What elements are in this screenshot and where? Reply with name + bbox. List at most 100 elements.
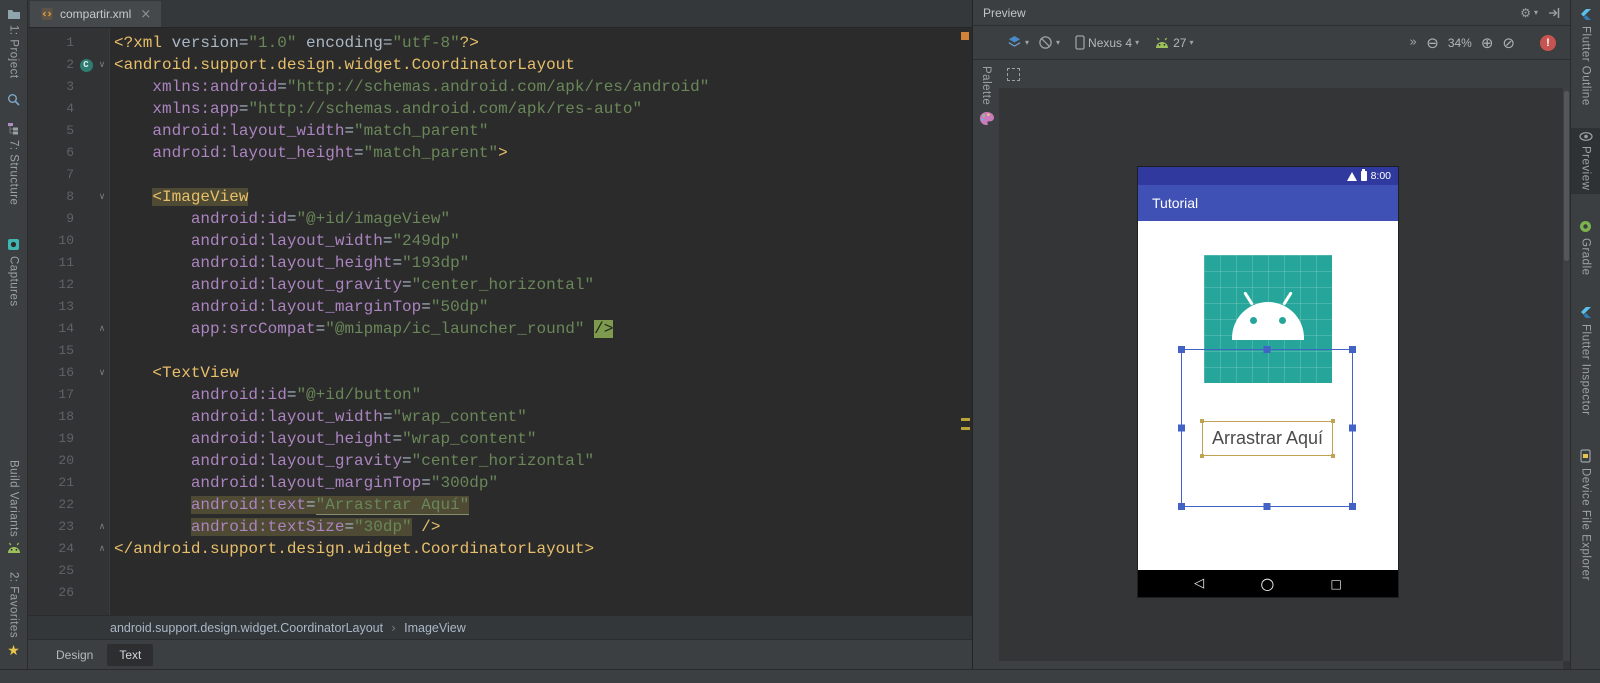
fold-marker[interactable] <box>94 472 110 494</box>
zoom-out-icon[interactable]: ⊖ <box>1426 34 1439 52</box>
recents-icon[interactable]: □ <box>1331 577 1342 591</box>
sidebar-item-captures[interactable]: Captures <box>7 234 20 311</box>
fold-marker[interactable] <box>94 560 110 582</box>
fold-marker[interactable] <box>94 494 110 516</box>
scrollbar-horizontal[interactable] <box>999 661 1563 669</box>
code-line-17[interactable]: 17 android:id="@+id/button" <box>28 384 958 406</box>
code-line-1[interactable]: 1 <?xml version="1.0" encoding="utf-8"?> <box>28 32 958 54</box>
code-line-7[interactable]: 7 <box>28 164 958 186</box>
fold-marker[interactable] <box>94 164 110 186</box>
code-line-9[interactable]: 9 android:id="@+id/imageView" <box>28 208 958 230</box>
code-line-2[interactable]: 2 C ∨ <android.support.design.widget.Coordi… <box>28 54 958 76</box>
fold-marker[interactable] <box>94 450 110 472</box>
zoom-in-icon[interactable]: ⊕ <box>1481 34 1494 52</box>
close-icon[interactable]: × <box>140 7 151 22</box>
code-line-24[interactable]: 24 ∧ </android.support.design.widget.Coord… <box>28 538 958 560</box>
sidebar-item-structure[interactable]: 7: Structure <box>7 118 20 209</box>
fold-marker[interactable] <box>94 76 110 98</box>
sidebar-item-flutter-outline[interactable]: Flutter Outline <box>1579 4 1592 110</box>
home-icon[interactable]: ○ <box>1260 574 1274 593</box>
fold-marker[interactable] <box>94 340 110 362</box>
code-line-4[interactable]: 4 xmlns:app="http://schemas.android.com/… <box>28 98 958 120</box>
warning-stripe-marker[interactable] <box>961 427 970 430</box>
code-line-10[interactable]: 10 android:layout_width="249dp" <box>28 230 958 252</box>
design-canvas[interactable]: 8:00 Tutorial Arrastrar Aquí ◁ ○ □ <box>999 88 1570 669</box>
code-line-6[interactable]: 6 android:layout_height="match_parent"> <box>28 142 958 164</box>
fold-marker[interactable]: ∨ <box>94 186 110 208</box>
scrollbar-vertical[interactable] <box>1563 88 1570 661</box>
fold-marker[interactable] <box>94 252 110 274</box>
orientation-selector[interactable]: ▾ <box>1007 35 1029 50</box>
code-line-13[interactable]: 13 android:layout_marginTop="50dp" <box>28 296 958 318</box>
fold-marker[interactable] <box>94 384 110 406</box>
fold-marker[interactable]: ∨ <box>94 54 110 76</box>
palette-tab[interactable]: Palette <box>973 60 999 669</box>
code-line-25[interactable]: 25 <box>28 560 958 582</box>
fold-marker[interactable] <box>94 120 110 142</box>
code-line-15[interactable]: 15 <box>28 340 958 362</box>
code-editor[interactable]: 1 <?xml version="1.0" encoding="utf-8"?> 2… <box>28 28 972 615</box>
sidebar-item-preview[interactable]: Preview <box>1571 127 1600 195</box>
sidebar-item-build-variants[interactable]: Build Variants <box>6 456 22 558</box>
find-button[interactable] <box>7 89 20 110</box>
zoom-fit-icon[interactable]: ⊘ <box>1502 34 1515 52</box>
code-line-11[interactable]: 11 android:layout_height="193dp" <box>28 252 958 274</box>
code-line-26[interactable]: 26 <box>28 582 958 604</box>
toolbar-overflow-icon[interactable]: » <box>1409 35 1417 50</box>
sidebar-item-device-file-explorer[interactable]: Device File Explorer <box>1580 445 1592 585</box>
sidebar-item-gradle[interactable]: Gradle <box>1579 216 1592 280</box>
error-stripe[interactable] <box>958 28 972 615</box>
resize-handle[interactable] <box>1349 346 1356 353</box>
frame-select-icon[interactable] <box>1007 67 1020 81</box>
render-errors-badge[interactable]: ! <box>1540 34 1556 51</box>
fold-marker[interactable] <box>94 296 110 318</box>
fold-marker[interactable] <box>94 32 110 54</box>
resize-handle[interactable] <box>1263 346 1271 353</box>
fold-marker[interactable] <box>94 98 110 120</box>
breadcrumb-item-imageview[interactable]: ImageView <box>404 621 466 635</box>
back-icon[interactable]: ◁ <box>1194 576 1204 591</box>
fold-marker[interactable]: ∧ <box>94 516 110 538</box>
tab-compartir-xml[interactable]: compartir.xml × <box>30 1 162 27</box>
resize-handle[interactable] <box>1178 424 1185 432</box>
code-line-19[interactable]: 19 android:layout_height="wrap_content" <box>28 428 958 450</box>
fold-marker[interactable] <box>94 428 110 450</box>
hide-panel-icon[interactable] <box>1548 7 1560 19</box>
class-gutter-icon[interactable]: C <box>79 58 93 72</box>
fold-marker[interactable] <box>94 208 110 230</box>
fold-marker[interactable]: ∨ <box>94 362 110 384</box>
fold-marker[interactable] <box>94 274 110 296</box>
fold-marker[interactable] <box>94 582 110 604</box>
resize-handle[interactable] <box>1349 503 1356 510</box>
code-line-18[interactable]: 18 android:layout_width="wrap_content" <box>28 406 958 428</box>
api-selector[interactable]: 27 ▾ <box>1154 36 1193 50</box>
resize-handle[interactable] <box>1349 424 1356 432</box>
code-line-14[interactable]: 14 ∧ app:srcCompat="@mipmap/ic_launcher_r… <box>28 318 958 340</box>
tab-design[interactable]: Design <box>44 644 105 666</box>
code-line-23[interactable]: 23 ∧ android:textSize="30dp" /> <box>28 516 958 538</box>
code-line-16[interactable]: 16 ∨ <TextView <box>28 362 958 384</box>
breadcrumb-item-root[interactable]: android.support.design.widget.Coordinato… <box>110 621 383 635</box>
textview-widget[interactable]: Arrastrar Aquí <box>1200 419 1335 458</box>
code-line-21[interactable]: 21 android:layout_marginTop="300dp" <box>28 472 958 494</box>
code-line-8[interactable]: 8 ∨ <ImageView <box>28 186 958 208</box>
fold-marker[interactable]: ∧ <box>94 318 110 340</box>
warning-stripe-marker[interactable] <box>961 418 970 421</box>
code-line-5[interactable]: 5 android:layout_width="match_parent" <box>28 120 958 142</box>
fold-marker[interactable] <box>94 406 110 428</box>
code-line-20[interactable]: 20 android:layout_gravity="center_horizo… <box>28 450 958 472</box>
resize-handle[interactable] <box>1178 346 1185 353</box>
code-line-12[interactable]: 12 android:layout_gravity="center_horizo… <box>28 274 958 296</box>
preview-settings-button[interactable]: ⚙ ▾ <box>1520 6 1538 20</box>
device-preview[interactable]: 8:00 Tutorial Arrastrar Aquí ◁ ○ □ <box>1138 167 1398 597</box>
fold-marker[interactable]: ∧ <box>94 538 110 560</box>
code-line-22[interactable]: 22 android:text="Arrastrar Aquí" <box>28 494 958 516</box>
fold-marker[interactable] <box>94 230 110 252</box>
sidebar-item-favorites[interactable]: 2: Favorites ★ <box>7 568 20 665</box>
resize-handle[interactable] <box>1178 503 1185 510</box>
resize-handle[interactable] <box>1263 503 1271 510</box>
fold-marker[interactable] <box>94 142 110 164</box>
error-stripe-top-marker[interactable] <box>961 32 969 40</box>
tab-text[interactable]: Text <box>107 643 154 666</box>
code-line-3[interactable]: 3 xmlns:android="http://schemas.android.… <box>28 76 958 98</box>
